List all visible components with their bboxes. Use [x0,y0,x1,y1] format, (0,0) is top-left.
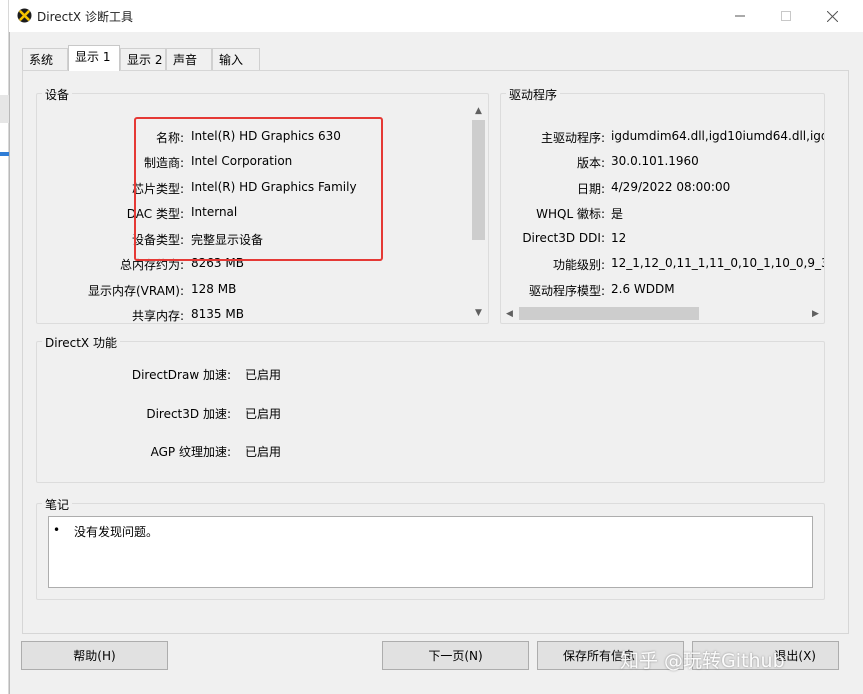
scroll-up-arrow-icon[interactable]: ▲ [470,102,487,119]
directx-features-group-label: DirectX 功能 [42,334,120,351]
driver-date-label: 日期: [576,182,605,196]
tab-input[interactable]: 输入 [212,48,260,70]
close-icon [826,10,838,22]
device-shared-memory-value: 8135 MB [191,307,244,321]
scroll-right-arrow-icon[interactable]: ▶ [807,305,824,322]
tab-sound[interactable]: 声音 [166,48,212,70]
driver-version-label: 版本: [576,156,605,170]
notes-group-label: 笔记 [42,496,73,513]
driver-d3d-ddi-label: Direct3D DDI: [522,231,605,245]
driver-scrollbar-thumb[interactable] [519,307,699,320]
device-scrollbar[interactable]: ▲ ▼ [470,102,487,321]
highlight-box [134,117,383,261]
driver-whql-value: 是 [611,207,624,221]
driver-d3d-ddi-value: 12 [611,231,627,245]
directdraw-accel-label: DirectDraw 加速: [131,368,231,382]
maximize-button[interactable] [763,0,809,32]
driver-main-value: igdumdim64.dll,igd10iumd64.dll,igd1 [611,129,824,143]
background-window-strip [0,0,9,694]
window-title: DirectX 诊断工具 [37,10,133,24]
agp-texture-accel-value: 已启用 [245,445,282,459]
next-page-button[interactable]: 下一页(N) [382,641,529,670]
tab-display-1[interactable]: 显示 1 [68,45,120,71]
driver-whql-label: WHQL 徽标: [536,207,605,221]
notes-item: 没有发现问题。 [74,525,159,539]
driver-feature-levels-label: 功能级别: [552,258,605,272]
driver-version-value: 30.0.101.1960 [611,154,699,168]
driver-feature-levels-value: 12_1,12_0,11_1,11_0,10_1,10_0,9_3,9_2 [611,256,824,270]
scroll-down-arrow-icon[interactable]: ▼ [470,304,487,321]
driver-main-label: 主驱动程序: [540,131,605,145]
driver-model-label: 驱动程序模型: [528,284,605,298]
tab-system[interactable]: 系统 [22,48,68,70]
minimize-icon [735,15,745,17]
device-scrollbar-thumb[interactable] [472,120,485,240]
help-button[interactable]: 帮助(H) [21,641,168,670]
maximize-icon [781,11,791,21]
directx-app-icon [17,8,32,23]
watermark-text: 知乎 @玩转Github [620,650,785,672]
device-shared-memory-label: 共享内存: [131,309,184,323]
notes-bullet-icon: • [53,523,61,537]
device-vram-label: 显示内存(VRAM): [87,284,184,298]
device-vram-value: 128 MB [191,282,237,296]
driver-date-value: 4/29/2022 08:00:00 [611,180,731,194]
driver-model-value: 2.6 WDDM [611,282,675,296]
directdraw-accel-value: 已启用 [245,368,282,382]
direct3d-accel-label: Direct3D 加速: [146,407,231,421]
scroll-left-arrow-icon[interactable]: ◀ [501,305,518,322]
driver-scrollbar[interactable]: ◀ ▶ [501,305,824,322]
direct3d-accel-value: 已启用 [245,407,282,421]
notes-textbox[interactable]: • 没有发现问题。 [48,516,813,588]
agp-texture-accel-label: AGP 纹理加速: [150,445,231,459]
driver-viewport: 主驱动程序: igdumdim64.dll,igd10iumd64.dll,ig… [501,94,824,306]
minimize-button[interactable] [717,0,763,32]
device-group-label: 设备 [42,86,73,103]
close-button[interactable] [809,0,855,32]
tab-display-2[interactable]: 显示 2 [120,48,166,70]
